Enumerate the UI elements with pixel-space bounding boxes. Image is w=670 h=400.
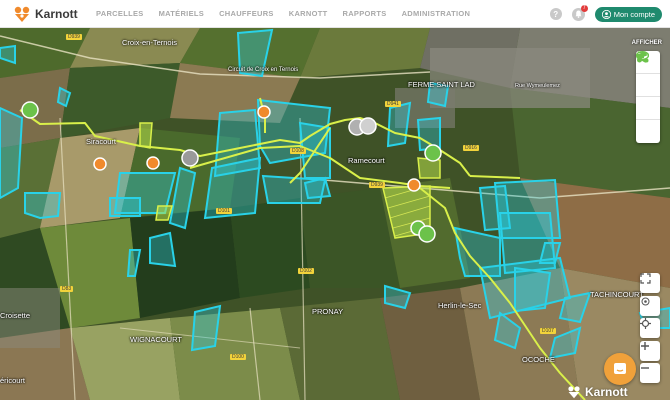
nav-rapports[interactable]: RAPPORTS [343, 9, 387, 18]
share-icon [637, 51, 647, 63]
center-button[interactable] [640, 296, 660, 316]
zoom-out-button[interactable] [640, 363, 660, 383]
visibility-toggle[interactable] [636, 51, 660, 120]
place-croisette: Croisette [0, 311, 31, 320]
place-ramecourt: Ramecourt [348, 156, 385, 165]
place-siracourt: Siracourt [86, 137, 117, 146]
satellite-map[interactable] [0, 28, 670, 400]
tracks-toggle[interactable] [636, 51, 660, 97]
road-sign: D941 [385, 101, 401, 107]
nav-karnott[interactable]: KARNOTT [289, 9, 328, 18]
zoom-in-button[interactable] [640, 341, 660, 361]
bell-icon [575, 10, 582, 18]
crosshair-icon [641, 297, 650, 306]
locate-button[interactable] [640, 318, 660, 338]
place-ferme: FERME SAINT LAD [408, 80, 475, 89]
road-sign: D916 [463, 145, 479, 151]
user-icon [601, 9, 611, 19]
nav-administration[interactable]: ADMINISTRATION [402, 9, 471, 18]
road-sign: D107 [540, 328, 556, 334]
karnott-watermark-icon [568, 386, 580, 399]
place-wignacourt: WIGNACOURT [130, 335, 182, 344]
plus-icon [641, 342, 649, 350]
account-button[interactable]: Mon compte [594, 6, 662, 22]
main-nav: PARCELLES MATÉRIELS CHAUFFEURS KARNOTT R… [96, 9, 485, 18]
notifications-button[interactable]: 7 [571, 4, 588, 21]
minus-icon [641, 367, 649, 369]
road-sign: D939 [369, 182, 385, 188]
account-label: Mon compte [613, 9, 655, 19]
place-circuit: Circuit de Croix en Ternois [228, 67, 299, 73]
karnott-logo-icon [14, 6, 30, 22]
layer-toggle-panel [636, 51, 660, 143]
afficher-label: AFFICHER [631, 40, 662, 46]
fullscreen-button[interactable] [640, 273, 660, 293]
place-ococh: OCOCHE [522, 355, 555, 364]
road-sign: D102 [298, 268, 314, 274]
place-rue: Rue Wymeulemez [515, 83, 560, 89]
fullscreen-icon [640, 273, 651, 284]
road-sign: D83 [60, 286, 74, 292]
road-sign: D108 [290, 148, 306, 154]
header-actions: ? 7 Mon compte [549, 0, 662, 28]
share-toggle[interactable] [636, 51, 660, 143]
map-view[interactable]: Croix-en-Ternois Circuit de Croix en Ter… [0, 28, 670, 400]
road-sign: D100 [230, 354, 246, 360]
top-navbar: Karnott PARCELLES MATÉRIELS CHAUFFEURS K… [0, 0, 670, 28]
locate-icon [640, 318, 651, 329]
nav-chauffeurs[interactable]: CHAUFFEURS [219, 9, 274, 18]
place-pronay: PRONAY [312, 307, 344, 316]
brand-name: Karnott [35, 6, 78, 21]
karnott-watermark: Karnott [566, 385, 628, 399]
help-button[interactable]: ? [549, 8, 562, 20]
chat-icon [614, 363, 626, 374]
nav-parcelles[interactable]: PARCELLES [96, 9, 144, 18]
chat-button[interactable] [604, 353, 636, 385]
brand[interactable]: Karnott [12, 5, 92, 23]
help-icon: ? [553, 9, 559, 19]
place-croix: Croix-en-Ternois [122, 38, 178, 47]
place-hernin: Herlin-le-Sec [438, 301, 482, 310]
road-sign: D101 [216, 208, 232, 214]
road-sign: D939 [66, 34, 82, 40]
place-tachincourt: TACHINCOURT [590, 290, 644, 299]
nav-materiels[interactable]: MATÉRIELS [159, 9, 204, 18]
notification-badge: 7 [580, 4, 588, 12]
watermark-name: Karnott [585, 385, 628, 399]
place-ericourt: éricourt [0, 376, 26, 385]
